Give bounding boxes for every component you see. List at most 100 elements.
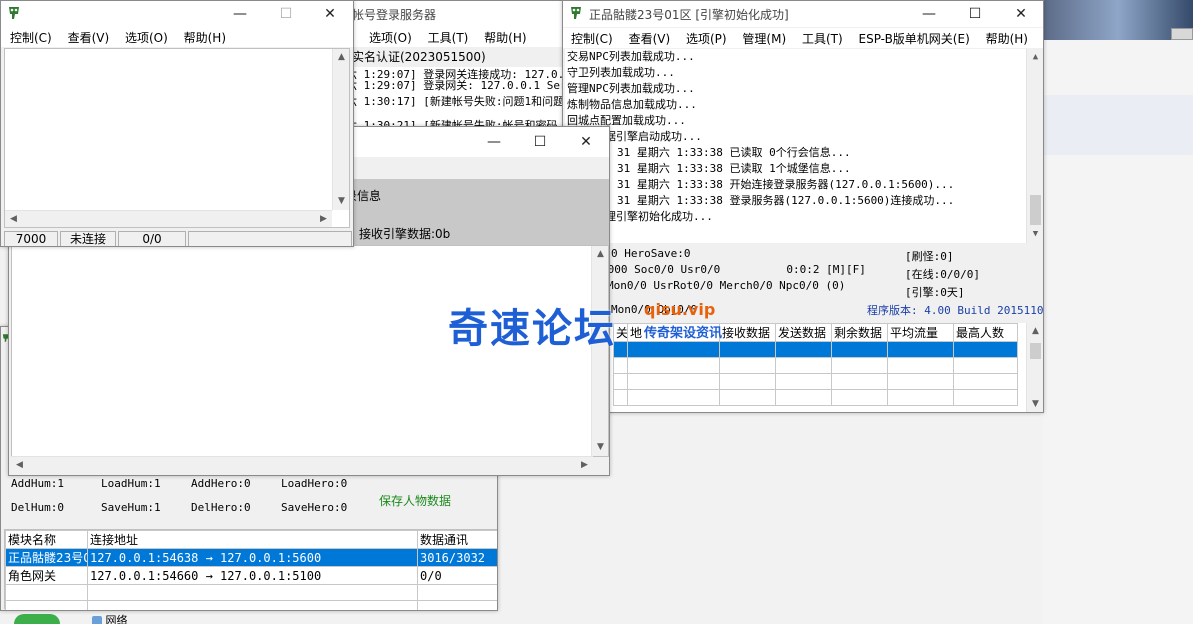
menu-options[interactable]: 选项(O) — [119, 27, 174, 47]
scroll-up-icon[interactable]: ▲ — [333, 49, 350, 66]
maximize-button[interactable]: ☐ — [952, 1, 998, 27]
engine-title-bar[interactable]: 正品骷髅23号01区 [引擎初始化成功] — ☐ ✕ — [563, 1, 1043, 27]
table-row[interactable] — [5, 600, 497, 610]
scroll-up-icon[interactable]: ▲ — [1027, 323, 1043, 340]
column-header[interactable]: 发送数据 — [775, 323, 832, 342]
menu-view[interactable]: 查看(V) — [623, 28, 677, 48]
menu-tools[interactable]: 工具(T) — [422, 27, 475, 47]
scroll-thumb[interactable] — [1030, 343, 1041, 359]
table-row[interactable] — [613, 389, 1018, 406]
connection-status: 未连接 — [60, 231, 116, 246]
log-line: 交易NPC列表加载成功... — [567, 50, 695, 63]
scroll-up-icon[interactable]: ▲ — [592, 246, 609, 263]
log-line: 六 1:30:17] [新建帐号失败:问题1和问题 — [346, 95, 565, 108]
status-line: Mon0/0 UsrRot0/0 Merch0/0 Npc0/0 (0) — [607, 279, 846, 292]
menu-view[interactable]: 查看(V) — [62, 27, 116, 47]
login-server-window: 帐号登录服务器 选项(O) 工具(T) 帮助(H) 实名认证(202305150… — [345, 0, 565, 140]
cell-traffic: 0/0 — [417, 566, 497, 585]
column-header-module[interactable]: 模块名称 — [5, 530, 88, 549]
engine-menu-bar: 控制(C) 查看(V) 选项(P) 管理(M) 工具(T) ESP-B版单机网关… — [563, 28, 1043, 48]
scroll-down-icon[interactable]: ▼ — [592, 439, 609, 456]
status-line: 0000 Soc0/0 Usr0/0 0:0:2 [M][F] — [601, 263, 866, 276]
scroll-thumb[interactable] — [1030, 195, 1041, 225]
table-row[interactable] — [613, 357, 1018, 374]
version-label: 程序版本: 4.00 Build 20151104 — [867, 304, 1044, 317]
port-status: 7000 — [4, 231, 58, 246]
scroll-up-icon[interactable]: ▲ — [1027, 49, 1043, 66]
scroll-left-icon[interactable]: ◀ — [5, 211, 22, 228]
column-header-traffic[interactable]: 数据通讯 — [417, 530, 497, 549]
log-line: 31 星期六 1:33:38 开始连接登录服务器(127.0.0.1:5600)… — [617, 178, 955, 191]
column-header-address[interactable]: 连接地址 — [87, 530, 418, 549]
table-row[interactable] — [613, 373, 1018, 390]
control-log-area[interactable]: ▲ ▼ ◀ ▶ — [4, 48, 350, 228]
login-menu-bar: 选项(O) 工具(T) 帮助(H) — [346, 27, 564, 47]
save-character-data-button[interactable]: 保存人物数据 — [379, 492, 451, 509]
stat-save-hero: SaveHero:0 — [281, 501, 348, 514]
control-horizontal-scrollbar[interactable]: ◀ ▶ — [5, 210, 332, 227]
menu-help[interactable]: 帮助(H) — [178, 27, 232, 47]
refresh-monster-status: [刷怪:0] — [905, 250, 954, 263]
login-title-bar[interactable]: 帐号登录服务器 — [346, 1, 564, 27]
menu-tools[interactable]: 工具(T) — [796, 28, 849, 48]
desktop-icon[interactable] — [1171, 28, 1193, 40]
menu-gateway[interactable]: ESP-B版单机网关(E) — [853, 28, 976, 48]
control-status-bar: 7000 未连接 0/0 — [4, 231, 352, 246]
close-button[interactable]: ✕ — [563, 129, 609, 155]
menu-options[interactable]: 选项(P) — [680, 28, 733, 48]
table-row[interactable]: 角色网关 127.0.0.1:54660 → 127.0.0.1:5100 0/… — [5, 566, 497, 585]
log-line: 回城点配置加载成功... — [567, 114, 686, 127]
minimize-button[interactable]: — — [471, 129, 517, 155]
scroll-down-icon[interactable]: ▼ — [1027, 396, 1043, 412]
log-line: 炼制物品信息加载成功... — [567, 98, 697, 111]
scroll-down-icon[interactable]: ▼ — [1027, 226, 1043, 243]
close-button[interactable]: ✕ — [998, 1, 1043, 27]
control-scrollbar[interactable]: ▲ ▼ — [332, 49, 349, 210]
close-button[interactable]: ✕ — [307, 1, 353, 27]
menu-help[interactable]: 帮助(H) — [478, 27, 532, 47]
db-stats: AddHum:1 LoadHum:1 AddHero:0 LoadHero:0 … — [11, 477, 371, 525]
table-row[interactable] — [5, 584, 497, 601]
log-horizontal-scrollbar[interactable]: ◀ ▶ — [11, 456, 593, 473]
control-title-bar[interactable]: — ☐ ✕ — [1, 1, 353, 27]
engine-window: 正品骷髅23号01区 [引擎初始化成功] — ☐ ✕ 控制(C) 查看(V) 选… — [562, 0, 1044, 413]
maximize-button[interactable]: ☐ — [517, 129, 563, 155]
cell-address: 127.0.0.1:54638 → 127.0.0.1:5600 — [87, 548, 418, 567]
log-line: 理引擎初始化成功... — [605, 210, 713, 223]
log-line: 管理NPC列表加载成功... — [567, 82, 695, 95]
menu-control[interactable]: 控制(C) — [4, 27, 58, 47]
stat-load-hum: LoadHum:1 — [101, 477, 161, 490]
log-line: 31 星期六 1:33:38 登录服务器(127.0.0.1:5600)连接成功… — [617, 194, 955, 207]
engine-log-scrollbar[interactable]: ▲ ▼ — [1026, 49, 1043, 243]
scroll-right-icon[interactable]: ▶ — [315, 211, 332, 228]
watermark-sub: 传奇架设资讯 — [644, 326, 723, 341]
column-header[interactable]: 平均流量 — [887, 323, 954, 342]
network-icon — [92, 616, 102, 624]
skull-app-icon — [9, 7, 19, 19]
maximize-button[interactable]: ☐ — [263, 1, 309, 27]
menu-control[interactable]: 控制(C) — [565, 28, 619, 48]
minimize-button[interactable]: — — [217, 1, 263, 27]
engine-grid-scrollbar[interactable]: ▲ ▼ — [1026, 323, 1043, 412]
status-line: 0 HeroSave:0 — [611, 247, 691, 260]
watermark-domain: qisu.vip — [644, 300, 716, 319]
cell-module: 正品骷髅23号0 — [5, 548, 88, 567]
column-header[interactable]: 最高人数 — [953, 323, 1018, 342]
scroll-right-icon[interactable]: ▶ — [576, 457, 593, 474]
desktop-green-blob — [14, 614, 60, 624]
menu-help[interactable]: 帮助(H) — [980, 28, 1034, 48]
watermark-main: 奇速论坛 — [448, 306, 616, 352]
menu-options[interactable]: 选项(O) — [363, 27, 418, 47]
extra-status — [188, 231, 352, 246]
menu-manage[interactable]: 管理(M) — [736, 28, 792, 48]
scroll-left-icon[interactable]: ◀ — [11, 457, 28, 474]
scroll-down-icon[interactable]: ▼ — [333, 193, 350, 210]
stat-add-hero: AddHero:0 — [191, 477, 251, 490]
engine-log: 交易NPC列表加载成功... 守卫列表加载成功... 管理NPC列表加载成功..… — [565, 49, 1043, 243]
desktop-network-item[interactable]: 网络 — [92, 612, 128, 624]
column-header[interactable]: 剩余数据 — [831, 323, 888, 342]
db-connection-table: 模块名称 连接地址 数据通讯 正品骷髅23号0 127.0.0.1:54638 … — [5, 530, 497, 610]
minimize-button[interactable]: — — [906, 1, 952, 27]
table-row[interactable]: 正品骷髅23号0 127.0.0.1:54638 → 127.0.0.1:560… — [5, 548, 497, 567]
online-status: [在线:0/0/0] — [905, 268, 980, 281]
